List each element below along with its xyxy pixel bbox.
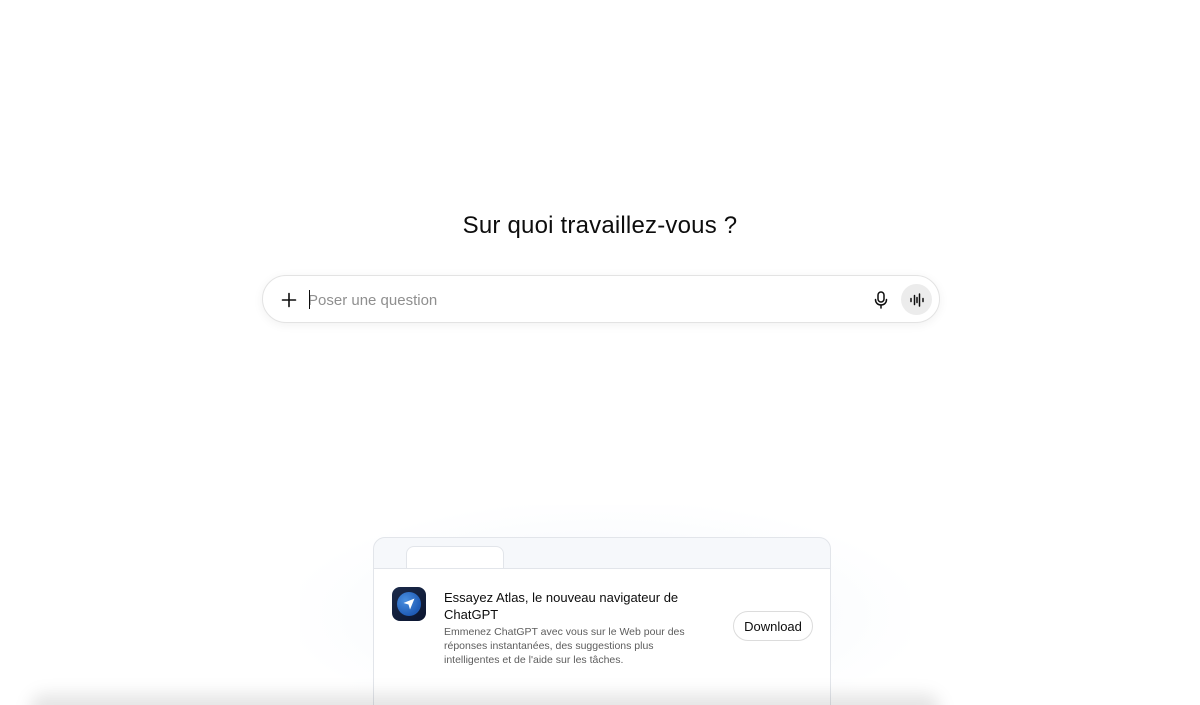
add-attachment-button[interactable]: [274, 285, 304, 315]
promo-title: Essayez Atlas, le nouveau navigateur de …: [444, 590, 679, 622]
atlas-navigator-icon: [397, 592, 421, 616]
atlas-app-icon: [392, 587, 426, 621]
promo-card-body: Essayez Atlas, le nouveau navigateur de …: [374, 568, 830, 705]
download-button[interactable]: Download: [733, 611, 813, 641]
prompt-input[interactable]: [308, 288, 848, 312]
page-heading: Sur quoi travaillez-vous ?: [462, 212, 738, 239]
atlas-promo-card: Essayez Atlas, le nouveau navigateur de …: [373, 537, 831, 705]
chat-home-page: Sur quoi travaillez-vous ? Poser une que…: [0, 0, 1200, 705]
promo-description: Emmenez ChatGPT avec vous sur le Web pou…: [444, 626, 685, 666]
plus-icon: [281, 292, 297, 308]
prompt-composer: [262, 275, 940, 323]
text-caret: [309, 290, 310, 309]
microphone-icon: [874, 291, 888, 309]
browser-tab-illustration: [406, 546, 504, 570]
dictate-button[interactable]: [866, 285, 896, 315]
voice-mode-button[interactable]: [901, 284, 932, 315]
bottom-window-shadow: [30, 694, 940, 705]
voice-waveform-icon: [909, 292, 924, 307]
